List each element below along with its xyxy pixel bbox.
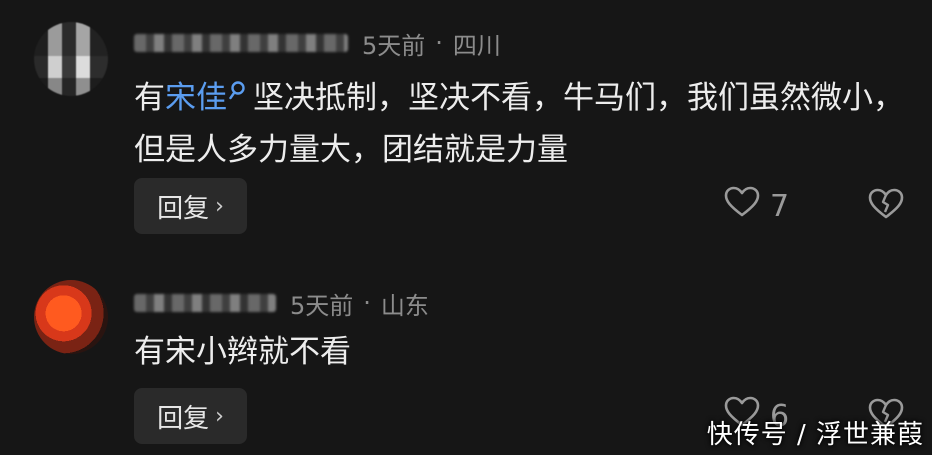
username-blurred[interactable] [134, 34, 348, 52]
like-button[interactable]: 7 [724, 186, 789, 226]
avatar[interactable] [34, 280, 108, 354]
reply-label: 回复 [157, 403, 210, 434]
avatar[interactable] [34, 22, 108, 96]
dislike-button[interactable] [868, 188, 904, 224]
username-blurred[interactable] [134, 294, 276, 312]
meta-separator: · [435, 29, 443, 57]
reply-label: 回复 [157, 193, 210, 224]
comment-text-prefix: 有 [134, 80, 165, 116]
comment-meta: 5天前 · 四川 [134, 28, 501, 60]
comment-meta: 5天前 · 山东 [134, 288, 429, 320]
comment-location: 山东 [380, 291, 429, 320]
broken-heart-icon [868, 188, 904, 224]
search-icon[interactable] [229, 66, 249, 118]
meta-separator: · [363, 289, 371, 317]
heart-outline-icon [724, 186, 760, 226]
comment-text: 有宋小辫就不看 [134, 334, 351, 370]
chevron-right-icon: › [215, 193, 224, 219]
watermark: 快传号 / 浮世兼葭 [706, 420, 924, 450]
mention-link[interactable]: 宋佳 [165, 80, 227, 116]
comment-time: 5天前 [362, 31, 426, 60]
chevron-right-icon: › [215, 403, 224, 429]
comment-time: 5天前 [290, 291, 354, 320]
comment-text: 有宋佳 坚决抵制，坚决不看，牛马们，我们虽然微小，但是人多力量大，团结就是力量 [134, 66, 914, 176]
comment-text-body: 坚决抵制，坚决不看，牛马们，我们虽然微小，但是人多力量大，团结就是力量 [134, 80, 904, 168]
like-count: 7 [770, 188, 790, 224]
comment-location: 四川 [452, 31, 501, 60]
reply-button[interactable]: 回复 › [134, 388, 247, 444]
reply-button[interactable]: 回复 › [134, 178, 247, 234]
